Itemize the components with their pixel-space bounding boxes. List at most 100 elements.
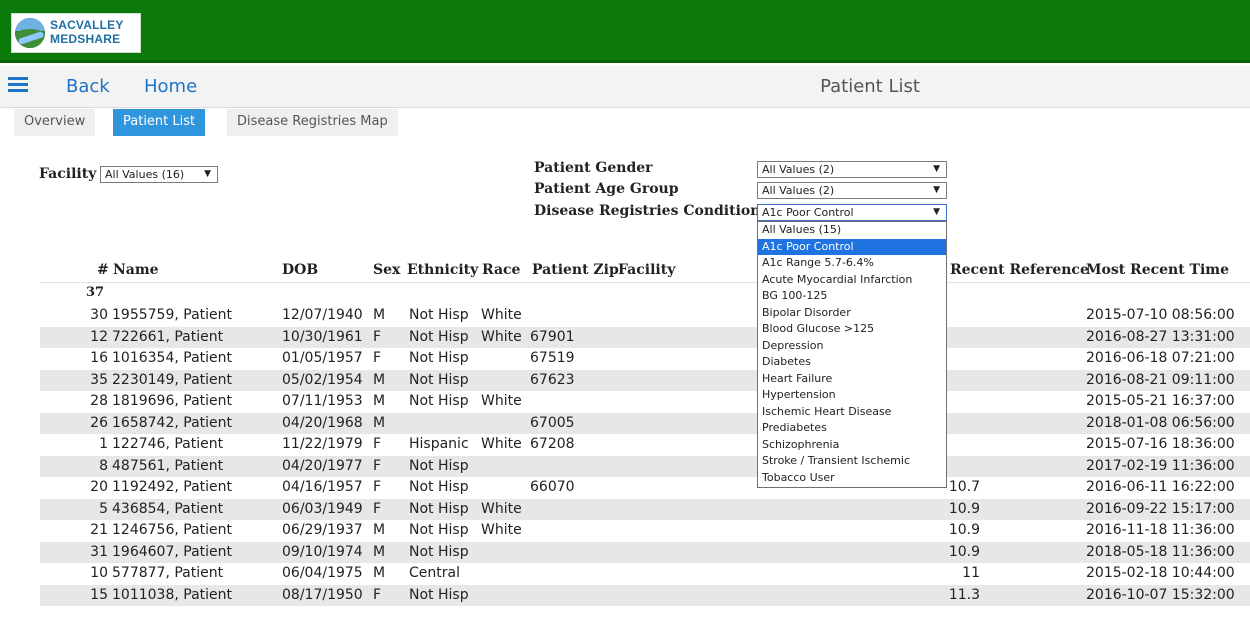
table-row[interactable]: 26 1658742, Patient 04/20/1968 M 67005 2018-0… <box>40 412 1250 434</box>
cell-ethnicity: Not Hisp <box>409 393 469 409</box>
cell-name: 436854, Patient <box>112 500 224 517</box>
condition-option[interactable]: Prediabetes <box>758 420 946 437</box>
condition-option[interactable]: Stroke / Transient Ischemic <box>758 453 946 470</box>
cell-patient-zip: 67005 <box>530 414 575 431</box>
column-header-dob[interactable]: DOB <box>282 262 318 278</box>
cell-most-recent-time: 2016-10-07 15:32:00 <box>1086 586 1235 603</box>
column-header-facility[interactable]: Facility <box>618 262 675 278</box>
cell-recent-reference: 10.9 <box>948 543 980 560</box>
cell-dob: 04/20/1968 <box>282 414 363 431</box>
column-header-ethnicity[interactable]: Ethnicity <box>407 262 478 278</box>
cell-dob: 06/04/1975 <box>282 565 363 581</box>
cell-name: 2230149, Patient <box>112 371 232 388</box>
cell-number: 26 <box>90 414 108 431</box>
cell-ethnicity: Not Hisp <box>409 543 469 560</box>
table-row[interactable]: 21 1246756, Patient 06/29/1937 M Not Hisp Whi… <box>40 520 1250 542</box>
cell-dob: 01/05/1957 <box>282 350 363 366</box>
cell-name: 1192492, Patient <box>112 479 232 495</box>
cell-number: 12 <box>90 328 108 345</box>
cell-name: 577877, Patient <box>112 565 224 581</box>
cell-dob: 10/30/1961 <box>282 328 363 345</box>
facility-label: Facility <box>39 166 97 182</box>
table-row[interactable]: 8 487561, Patient 04/20/1977 F Not Hisp 2017-… <box>40 455 1250 477</box>
cell-recent-reference: 11.3 <box>948 586 980 603</box>
cell-patient-zip: 67901 <box>530 328 575 345</box>
cell-most-recent-time: 2016-11-18 11:36:00 <box>1086 522 1235 538</box>
condition-option[interactable]: Schizophrenia <box>758 437 946 454</box>
column-header-race[interactable]: Race <box>482 262 520 278</box>
column-header-name[interactable]: Name <box>113 262 159 278</box>
patient-age-group-select[interactable]: All Values (2) ▼ <box>757 182 947 199</box>
column-header-patient-zip[interactable]: Patient Zip <box>532 262 619 278</box>
condition-option[interactable]: A1c Range 5.7-6.4% <box>758 255 946 272</box>
cell-sex: M <box>373 371 386 388</box>
condition-option[interactable]: Depression <box>758 338 946 355</box>
cell-ethnicity: Central <box>409 565 460 581</box>
condition-option[interactable]: Tobacco User <box>758 470 946 487</box>
table-row[interactable]: 30 1955759, Patient 12/07/1940 M Not Hisp Whi… <box>40 305 1250 327</box>
tab-patient-list[interactable]: Patient List <box>113 109 206 136</box>
cell-number: 8 <box>99 457 108 474</box>
condition-option[interactable]: Heart Failure <box>758 371 946 388</box>
cell-recent-reference: 10.9 <box>948 522 980 538</box>
column-header-most-recent-time[interactable]: Most Recent Time <box>1086 262 1229 278</box>
cell-most-recent-time: 2015-07-10 08:56:00 <box>1086 307 1235 323</box>
patient-age-group-label: Patient Age Group <box>534 181 679 197</box>
tab-overview[interactable]: Overview <box>14 109 96 136</box>
cell-dob: 04/16/1957 <box>282 479 363 495</box>
cell-ethnicity: Not Hisp <box>409 371 469 388</box>
cell-most-recent-time: 2015-07-16 18:36:00 <box>1086 436 1235 452</box>
condition-dropdown-list: All Values (15) A1c Poor Control A1c Ran… <box>757 221 947 488</box>
cell-most-recent-time: 2018-01-08 06:56:00 <box>1086 414 1235 431</box>
cell-ethnicity: Not Hisp <box>409 479 469 495</box>
condition-option[interactable]: Ischemic Heart Disease <box>758 404 946 421</box>
cell-number: 1 <box>99 436 108 452</box>
table-row[interactable]: 1 122746, Patient 11/22/1979 F Hispanic White… <box>40 434 1250 456</box>
cell-sex: M <box>373 393 386 409</box>
back-link[interactable]: Back <box>66 76 110 97</box>
facility-select[interactable]: All Values (16) ▼ <box>100 166 218 183</box>
condition-option[interactable]: Acute Myocardial Infarction <box>758 272 946 289</box>
patient-gender-select[interactable]: All Values (2) ▼ <box>757 161 947 178</box>
patient-gender-label: Patient Gender <box>534 160 653 176</box>
table-row[interactable]: 16 1016354, Patient 01/05/1957 F Not Hisp 675… <box>40 348 1250 370</box>
table-row[interactable]: 28 1819696, Patient 07/11/1953 M Not Hisp Whi… <box>40 391 1250 413</box>
table-row[interactable]: 31 1964607, Patient 09/10/1974 M Not Hisp 10.… <box>40 541 1250 563</box>
patient-age-group-value: All Values (2) <box>762 184 835 197</box>
cell-ethnicity: Hispanic <box>409 436 469 452</box>
dropdown-arrow-icon: ▼ <box>933 185 940 195</box>
table-row[interactable]: 15 1011038, Patient 08/17/1950 F Not Hisp 11.… <box>40 584 1250 606</box>
cell-recent-reference: 10.9 <box>948 500 980 517</box>
condition-option[interactable]: Bipolar Disorder <box>758 305 946 322</box>
disease-condition-select[interactable]: A1c Poor Control ▼ <box>757 204 947 221</box>
home-link[interactable]: Home <box>144 76 197 97</box>
cell-most-recent-time: 2017-02-19 11:36:00 <box>1086 457 1235 474</box>
total-count: 37 <box>86 285 105 300</box>
table-row[interactable]: 35 2230149, Patient 05/02/1954 M Not Hisp 676… <box>40 369 1250 391</box>
condition-option-selected[interactable]: A1c Poor Control <box>758 238 946 255</box>
condition-option[interactable]: BG 100-125 <box>758 288 946 305</box>
table-row[interactable]: 10 577877, Patient 06/04/1975 M Central 11 201… <box>40 563 1250 585</box>
cell-dob: 09/10/1974 <box>282 543 363 560</box>
tab-disease-registries-map[interactable]: Disease Registries Map <box>227 109 398 136</box>
cell-number: 10 <box>90 565 108 581</box>
cell-patient-zip: 67623 <box>530 371 575 388</box>
dropdown-arrow-icon: ▼ <box>933 164 940 174</box>
column-header-sex[interactable]: Sex <box>373 262 400 278</box>
table-row[interactable]: 12 722661, Patient 10/30/1961 F Not Hisp Whit… <box>40 326 1250 348</box>
cell-name: 1016354, Patient <box>112 350 232 366</box>
table-row[interactable]: 5 436854, Patient 06/03/1949 F Not Hisp White… <box>40 498 1250 520</box>
patient-gender-value: All Values (2) <box>762 163 835 176</box>
column-header-number[interactable]: # <box>97 262 109 278</box>
sacvalley-medshare-logo[interactable]: SACVALLEY MEDSHARE <box>11 13 141 53</box>
condition-option[interactable]: Diabetes <box>758 354 946 371</box>
condition-option[interactable]: Hypertension <box>758 387 946 404</box>
cell-number: 20 <box>90 479 108 495</box>
nav-bar: Back Home Patient List <box>0 66 1250 108</box>
cell-dob: 06/29/1937 <box>282 522 363 538</box>
column-header-recent-reference[interactable]: Recent Reference <box>950 262 1089 278</box>
condition-option[interactable]: All Values (15) <box>758 222 946 239</box>
condition-option[interactable]: Blood Glucose >125 <box>758 321 946 338</box>
hamburger-menu-icon[interactable] <box>8 77 28 93</box>
table-row[interactable]: 20 1192492, Patient 04/16/1957 F Not Hisp 660… <box>40 477 1250 499</box>
